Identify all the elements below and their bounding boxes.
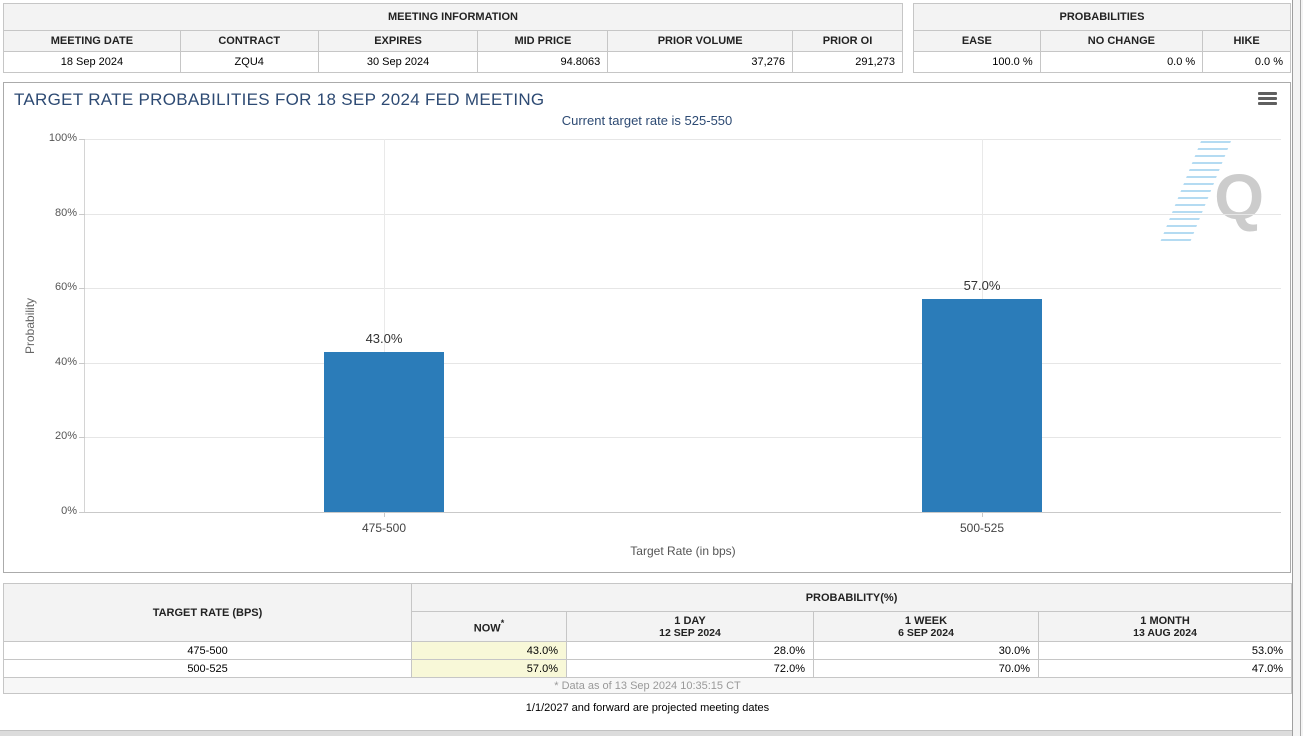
- col-header-ease: EASE: [913, 30, 1041, 52]
- meeting-info-title: MEETING INFORMATION: [3, 3, 903, 31]
- col-header-no-change: NO CHANGE: [1039, 30, 1204, 52]
- x-axis-tick-mark: [384, 512, 385, 517]
- meeting-date-value: 18 Sep 2024: [3, 51, 181, 73]
- target-rate-cell: 475-500: [3, 641, 412, 660]
- expires-value: 30 Sep 2024: [317, 51, 479, 73]
- y-gridline: [85, 437, 1281, 439]
- one-month-column-header: 1 MONTH 13 AUG 2024: [1037, 611, 1293, 642]
- y-axis-tick-label: 100%: [48, 132, 77, 144]
- probability-bar[interactable]: [324, 351, 444, 512]
- now-probability-cell: 43.0%: [411, 641, 567, 660]
- fedwatch-page: MEETING INFORMATION MEETING DATE CONTRAC…: [0, 0, 1293, 714]
- no-change-value: 0.0 %: [1039, 51, 1204, 73]
- y-gridline: [85, 362, 1281, 364]
- col-header-expires: EXPIRES: [317, 30, 479, 52]
- chart-title: TARGET RATE PROBABILITIES FOR 18 SEP 202…: [14, 90, 545, 109]
- x-axis-tick-mark: [982, 512, 983, 517]
- one-week-column-header: 1 WEEK 6 SEP 2024: [813, 611, 1039, 642]
- y-axis-tick-mark: [79, 213, 85, 215]
- y-axis-title: Probability: [23, 297, 37, 354]
- one-day-column-header: 1 DAY 12 SEP 2024: [566, 611, 814, 642]
- col-header-contract: CONTRACT: [179, 30, 319, 52]
- y-axis-tick-mark: [79, 288, 85, 290]
- prior-volume-value: 37,276: [607, 51, 794, 73]
- prior-oi-value: 291,273: [792, 51, 903, 73]
- y-gridline: [85, 139, 1281, 140]
- y-axis-tick-mark: [79, 512, 85, 513]
- probability-bar[interactable]: [922, 299, 1042, 512]
- y-axis-tick-mark: [79, 139, 85, 140]
- now-probability-cell: 57.0%: [411, 659, 567, 678]
- one-week-probability-cell: 30.0%: [813, 641, 1039, 660]
- x-axis-category-label: 475-500: [361, 521, 407, 535]
- one-week-probability-cell: 70.0%: [813, 659, 1039, 678]
- bar-value-label: 57.0%: [963, 278, 1001, 294]
- ease-value: 100.0 %: [913, 51, 1041, 73]
- now-column-header: NOW*: [411, 611, 567, 642]
- probabilities-summary-row: 100.0 % 0.0 % 0.0 %: [913, 51, 1291, 73]
- top-summary-row: MEETING INFORMATION MEETING DATE CONTRAC…: [3, 3, 1292, 73]
- table-row: 475-500 43.0% 28.0% 30.0% 53.0%: [3, 641, 1293, 660]
- y-axis-tick-label: 20%: [54, 430, 77, 443]
- target-rate-cell: 500-525: [3, 659, 412, 678]
- hamburger-bar: [1258, 92, 1277, 95]
- meeting-info-row: 18 Sep 2024 ZQU4 30 Sep 2024 94.8063 37,…: [3, 51, 903, 73]
- hamburger-menu-icon[interactable]: [1258, 92, 1277, 107]
- y-axis-tick-label: 0%: [61, 505, 77, 517]
- one-day-probability-cell: 72.0%: [566, 659, 814, 678]
- contract-value: ZQU4: [179, 51, 319, 73]
- x-axis-title: Target Rate (in bps): [630, 544, 736, 558]
- mid-price-value: 94.8063: [477, 51, 609, 73]
- y-axis-tick-mark: [79, 437, 85, 439]
- hike-value: 0.0 %: [1202, 51, 1291, 73]
- one-month-probability-cell: 47.0%: [1037, 659, 1293, 678]
- col-header-meeting-date: MEETING DATE: [3, 30, 181, 52]
- y-gridline: [85, 213, 1281, 215]
- now-asterisk: *: [500, 617, 505, 628]
- y-axis-tick-label: 40%: [54, 355, 77, 368]
- meeting-info-table: MEETING INFORMATION MEETING DATE CONTRAC…: [3, 3, 903, 73]
- probability-history-table: TARGET RATE (BPS) PROBABILITY(%) NOW* 1 …: [2, 583, 1293, 694]
- y-gridline: [85, 288, 1281, 290]
- target-rate-bps-header: TARGET RATE (BPS): [3, 583, 412, 642]
- col-header-hike: HIKE: [1202, 30, 1291, 52]
- data-asof-footnote: * Data as of 13 Sep 2024 10:35:15 CT: [2, 677, 1293, 694]
- probability-pct-header: PROBABILITY(%): [410, 583, 1293, 612]
- col-header-prior-volume: PRIOR VOLUME: [607, 30, 794, 52]
- x-axis-category-label: 500-525: [959, 521, 1005, 535]
- vertical-scrollbar[interactable]: [1292, 0, 1303, 736]
- y-axis-tick-label: 60%: [54, 281, 77, 294]
- col-header-prior-oi: PRIOR OI: [792, 30, 903, 52]
- bar-value-label: 43.0%: [365, 330, 403, 346]
- probabilities-summary-title: PROBABILITIES: [913, 3, 1291, 31]
- probabilities-summary-table: PROBABILITIES EASE NO CHANGE HIKE 100.0 …: [913, 3, 1291, 73]
- one-month-probability-cell: 53.0%: [1037, 641, 1293, 660]
- y-axis-tick-mark: [79, 362, 85, 364]
- col-header-mid-price: MID PRICE: [477, 30, 609, 52]
- bottom-divider-bar: [0, 730, 1292, 736]
- projected-dates-note: 1/1/2027 and forward are projected meeti…: [525, 702, 770, 714]
- hamburger-bar: [1258, 102, 1277, 105]
- y-axis-tick-label: 80%: [54, 206, 77, 219]
- one-day-probability-cell: 28.0%: [566, 641, 814, 660]
- target-rate-chart-panel: TARGET RATE PROBABILITIES FOR 18 SEP 202…: [3, 82, 1291, 573]
- hamburger-bar: [1258, 97, 1277, 100]
- chart-plot-area: Probability Target Rate (in bps) 0% 20% 40…: [23, 132, 1281, 558]
- table-row: 500-525 57.0% 72.0% 70.0% 47.0%: [3, 659, 1293, 678]
- chart-subtitle: Current target rate is 525-550: [561, 113, 733, 128]
